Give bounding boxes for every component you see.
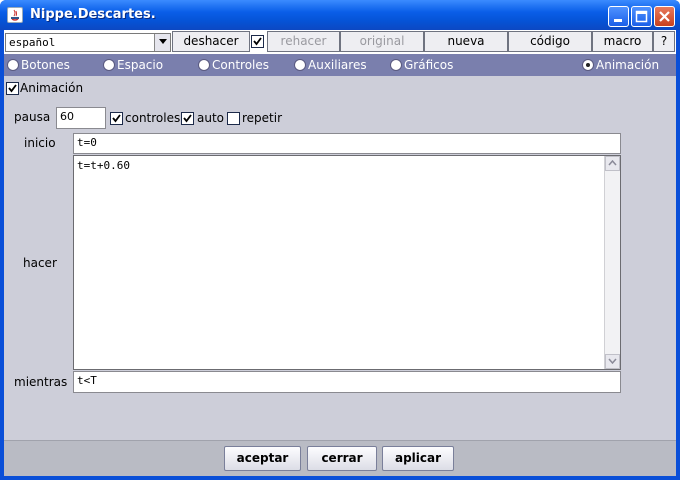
language-select[interactable]: español — [5, 33, 171, 52]
code-button[interactable]: código — [508, 31, 592, 52]
tab-espacio[interactable]: Espacio — [103, 57, 163, 73]
help-button[interactable]: ? — [653, 31, 675, 52]
auto-label: auto — [197, 111, 225, 125]
chevron-up-icon — [608, 160, 617, 166]
toolbar: español deshacer rehacer original nueva … — [4, 30, 676, 54]
tab-label: Gráficos — [404, 58, 454, 72]
animation-enable-checkbox[interactable] — [6, 82, 19, 95]
new-button[interactable]: nueva — [424, 31, 508, 52]
animation-enable-label: Animación — [20, 81, 84, 95]
macro-button[interactable]: macro — [592, 31, 653, 52]
java-icon — [7, 7, 23, 23]
dropdown-arrow-button[interactable] — [154, 34, 170, 51]
title-bar[interactable]: Nippe.Descartes. — [0, 0, 680, 30]
vertical-scrollbar[interactable] — [604, 156, 620, 369]
undo-button[interactable]: deshacer — [172, 31, 250, 52]
minimize-button[interactable] — [608, 6, 629, 27]
inicio-input[interactable]: t=0 — [73, 133, 621, 154]
radio-icon — [103, 59, 115, 71]
language-value: español — [9, 36, 56, 49]
tab-label: Espacio — [117, 58, 164, 72]
controls-label: controles — [125, 111, 181, 125]
tab-label: Botones — [21, 58, 70, 72]
accept-button[interactable]: aceptar — [224, 446, 301, 471]
tab-auxiliares[interactable]: Auxiliares — [294, 57, 367, 73]
main-window: Nippe.Descartes. español deshacer rehace… — [0, 0, 680, 480]
checkmark-icon — [253, 37, 262, 46]
tab-label: Controles — [212, 58, 270, 72]
inicio-label: inicio — [24, 136, 56, 150]
pausa-input[interactable]: 60 — [56, 107, 106, 129]
maximize-button[interactable] — [631, 6, 652, 27]
apply-button[interactable]: aplicar — [382, 446, 454, 471]
checkmark-icon — [183, 114, 192, 123]
auto-checkbox[interactable] — [181, 112, 194, 125]
hacer-label: hacer — [23, 256, 57, 270]
close-button[interactable] — [654, 6, 675, 27]
checkmark-icon — [8, 84, 17, 93]
original-button[interactable]: original — [340, 31, 424, 52]
tab-label: Animación — [596, 58, 660, 72]
mientras-label: mientras — [14, 375, 68, 389]
section-tabs: Botones Espacio Controles Auxiliares Grá… — [4, 54, 676, 76]
undo-checkbox[interactable] — [251, 35, 264, 48]
button-bar: aceptar cerrar aplicar — [4, 440, 676, 476]
window-title: Nippe.Descartes. — [30, 7, 156, 22]
scroll-up-button[interactable] — [605, 156, 620, 171]
radio-icon — [390, 59, 402, 71]
minimize-icon — [614, 19, 622, 22]
close-dialog-button[interactable]: cerrar — [307, 446, 377, 471]
close-icon — [659, 11, 670, 22]
mientras-input[interactable]: t<T — [73, 371, 621, 393]
redo-button[interactable]: rehacer — [267, 31, 340, 52]
checkmark-icon — [112, 114, 121, 123]
hacer-text: t=t+0.60 — [77, 159, 130, 172]
pausa-label: pausa — [14, 110, 51, 124]
repeat-label: repetir — [242, 111, 283, 125]
chevron-down-icon — [158, 39, 167, 44]
maximize-icon — [635, 10, 648, 23]
chevron-down-icon — [608, 358, 617, 364]
tab-graficos[interactable]: Gráficos — [390, 57, 453, 73]
tab-controles[interactable]: Controles — [198, 57, 269, 73]
tab-label: Auxiliares — [308, 58, 367, 72]
controls-checkbox[interactable] — [110, 112, 123, 125]
scroll-down-button[interactable] — [605, 354, 620, 369]
tab-botones[interactable]: Botones — [7, 57, 70, 73]
radio-icon — [198, 59, 210, 71]
hacer-textarea[interactable]: t=t+0.60 — [73, 155, 621, 370]
repeat-checkbox[interactable] — [227, 112, 240, 125]
radio-selected-icon — [582, 59, 594, 71]
radio-icon — [294, 59, 306, 71]
dialog-body: español deshacer rehacer original nueva … — [4, 30, 676, 476]
radio-icon — [7, 59, 19, 71]
tab-animacion[interactable]: Animación — [582, 57, 659, 73]
